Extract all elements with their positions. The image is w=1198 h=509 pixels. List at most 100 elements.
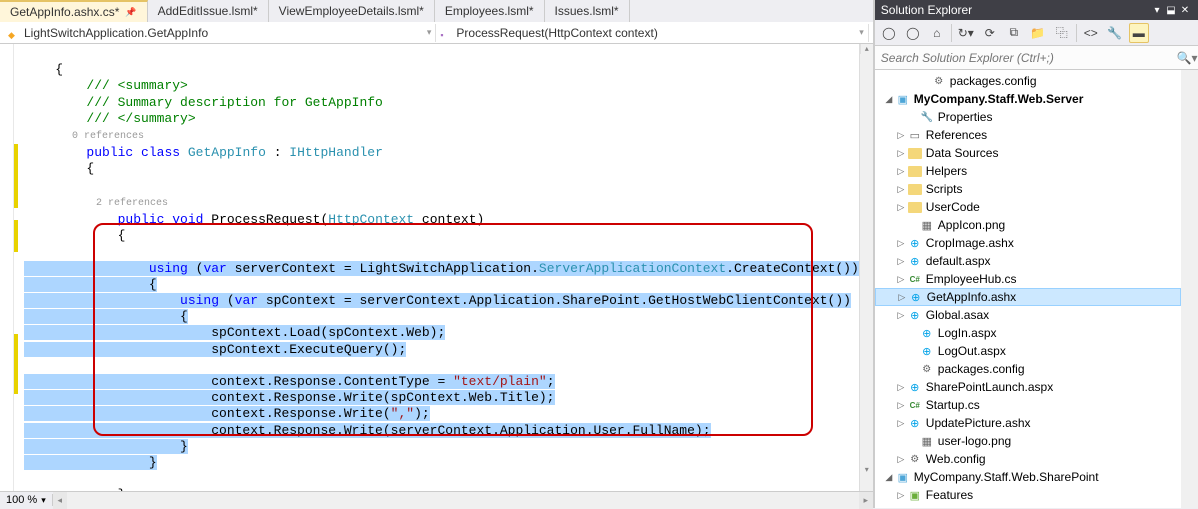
tree-item[interactable]: ▷Web.config — [875, 450, 1181, 468]
close-icon[interactable]: ✕ — [1178, 5, 1192, 16]
folder-icon — [908, 166, 922, 177]
tree-item-project[interactable]: ◢ MyCompany.Staff.Web.Server — [875, 90, 1181, 108]
expand-icon[interactable]: ▷ — [895, 274, 907, 285]
expand-icon[interactable]: ▷ — [895, 490, 907, 501]
copy-button[interactable]: ⿻ — [1052, 23, 1072, 43]
tree-item[interactable]: ▷default.aspx — [875, 252, 1181, 270]
tree-item-getappinfo[interactable]: ▷ GetAppInfo.ashx — [875, 288, 1181, 306]
search-icon[interactable]: 🔍▾ — [1176, 51, 1198, 65]
tree-item[interactable]: ▷UpdatePicture.ashx — [875, 414, 1181, 432]
expand-icon[interactable]: ▷ — [895, 202, 907, 213]
tree-item[interactable]: LogIn.aspx — [875, 324, 1181, 342]
pin-icon[interactable]: ⬓ — [1164, 5, 1178, 16]
tree-item[interactable]: LogOut.aspx — [875, 342, 1181, 360]
scroll-down-icon[interactable]: ▾ — [861, 465, 873, 477]
tab-getappinfo[interactable]: GetAppInfo.ashx.cs*📌 — [0, 0, 148, 22]
config-icon — [907, 452, 923, 466]
cs-icon — [907, 398, 923, 412]
wrench-icon — [919, 110, 935, 124]
panel-title-text: Solution Explorer — [881, 3, 972, 17]
sync-button[interactable]: ↻▾ — [956, 23, 976, 43]
expand-icon[interactable]: ▷ — [896, 292, 908, 303]
search-input[interactable] — [875, 48, 1176, 68]
expand-icon[interactable]: ▷ — [895, 166, 907, 177]
expand-icon[interactable]: ◢ — [883, 472, 895, 483]
showall-button[interactable]: 📁 — [1028, 23, 1048, 43]
vertical-scrollbar[interactable]: ▭ ▴ ▾ — [859, 44, 873, 491]
scroll-right-icon[interactable]: ▸ — [859, 492, 873, 509]
search-box[interactable]: 🔍▾ — [875, 46, 1198, 70]
tree-item[interactable]: ▷EmployeeHub.cs — [875, 270, 1181, 288]
home-button[interactable]: ⌂ — [927, 23, 947, 43]
tree-label: LogIn.aspx — [938, 326, 997, 340]
tree-scrollbar[interactable] — [1181, 70, 1198, 508]
tree-label: CropImage.ashx — [926, 236, 1014, 250]
tree-item[interactable]: Properties — [875, 108, 1181, 126]
expand-icon[interactable]: ▷ — [895, 382, 907, 393]
tree-item[interactable]: ▷ CropImage.ashx — [875, 234, 1181, 252]
tree-item[interactable]: ▷ Data Sources — [875, 144, 1181, 162]
tree-item[interactable]: ▷SharePointLaunch.aspx — [875, 378, 1181, 396]
expand-icon[interactable]: ▷ — [895, 256, 907, 267]
tree-label: Data Sources — [926, 146, 999, 160]
crumb-class[interactable]: LightSwitchApplication.GetAppInfo ▾ — [4, 24, 436, 42]
aspx-icon — [919, 326, 935, 340]
tree-label: GetAppInfo.ashx — [927, 290, 1016, 304]
pin-icon[interactable]: 📌 — [125, 7, 136, 18]
expand-icon[interactable]: ▷ — [895, 130, 907, 141]
tree-item-project[interactable]: ◢MyCompany.Staff.Web.SharePoint — [875, 468, 1181, 486]
tree-item[interactable]: AppIcon.png — [875, 216, 1181, 234]
tree-item[interactable]: ▷ Global.asax — [875, 306, 1181, 324]
panel-titlebar[interactable]: Solution Explorer ▾ ⬓ ✕ — [875, 0, 1198, 20]
cs-icon — [907, 272, 923, 286]
outline-gutter[interactable] — [0, 44, 14, 491]
config-icon — [919, 362, 935, 376]
zoom-dropdown[interactable]: 100 % ▾ — [0, 494, 53, 506]
chevron-down-icon[interactable]: ▾ — [427, 27, 432, 38]
scroll-left-icon[interactable]: ◂ — [53, 492, 67, 509]
tree-label: Global.asax — [926, 308, 989, 322]
expand-icon[interactable]: ◢ — [883, 94, 895, 105]
project-icon — [895, 470, 911, 484]
expand-icon[interactable]: ▷ — [895, 400, 907, 411]
code-button[interactable]: <> — [1081, 23, 1101, 43]
tree-item[interactable]: ▷References — [875, 126, 1181, 144]
solution-tree[interactable]: packages.config ◢ MyCompany.Staff.Web.Ser… — [875, 70, 1181, 508]
expand-icon[interactable]: ▷ — [895, 418, 907, 429]
class-icon — [8, 27, 20, 39]
expand-icon[interactable]: ▷ — [895, 238, 907, 249]
expand-icon[interactable]: ▷ — [895, 310, 907, 321]
dropdown-icon[interactable]: ▾ — [1150, 5, 1164, 16]
preview-button[interactable]: ▬ — [1129, 23, 1149, 43]
back-button[interactable]: ◯ — [879, 23, 899, 43]
tree-item[interactable]: ▷Startup.cs — [875, 396, 1181, 414]
tree-item[interactable]: ▷Scripts — [875, 180, 1181, 198]
expand-icon[interactable]: ▷ — [895, 148, 907, 159]
expand-icon[interactable]: ▷ — [895, 454, 907, 465]
tree-item[interactable]: packages.config — [875, 72, 1181, 90]
crumb-method[interactable]: ProcessRequest(HttpContext context) ▾ — [436, 24, 868, 42]
properties-button[interactable]: 🔧 — [1105, 23, 1125, 43]
code-text[interactable]: { /// <summary> /// Summary description … — [18, 44, 859, 491]
forward-button[interactable]: ◯ — [903, 23, 923, 43]
tree-item[interactable]: packages.config — [875, 360, 1181, 378]
tab-viewemployeedetails[interactable]: ViewEmployeeDetails.lsml* — [269, 0, 435, 22]
tab-employees[interactable]: Employees.lsml* — [435, 0, 545, 22]
aspx-icon — [907, 380, 923, 394]
tree-label: Features — [926, 488, 973, 502]
collapse-button[interactable]: ⧉ — [1004, 23, 1024, 43]
tree-item[interactable]: user-logo.png — [875, 432, 1181, 450]
tree-item[interactable]: ▷ Features — [875, 486, 1181, 504]
tree-item[interactable]: ▷Helpers — [875, 162, 1181, 180]
expand-icon[interactable]: ▷ — [895, 184, 907, 195]
tree-item[interactable]: ▷UserCode — [875, 198, 1181, 216]
tab-bar: GetAppInfo.ashx.cs*📌 AddEditIssue.lsml* … — [0, 0, 873, 22]
refresh-button[interactable]: ⟳ — [980, 23, 1000, 43]
tab-addeditissue[interactable]: AddEditIssue.lsml* — [148, 0, 269, 22]
zoom-value: 100 % — [6, 494, 37, 506]
chevron-down-icon[interactable]: ▾ — [859, 27, 864, 38]
tree-label: MyCompany.Staff.Web.Server — [914, 92, 1084, 106]
horizontal-scrollbar[interactable]: ◂ ▸ — [53, 492, 873, 509]
tab-issues[interactable]: Issues.lsml* — [545, 0, 630, 22]
scroll-up-icon[interactable]: ▴ — [861, 44, 873, 56]
